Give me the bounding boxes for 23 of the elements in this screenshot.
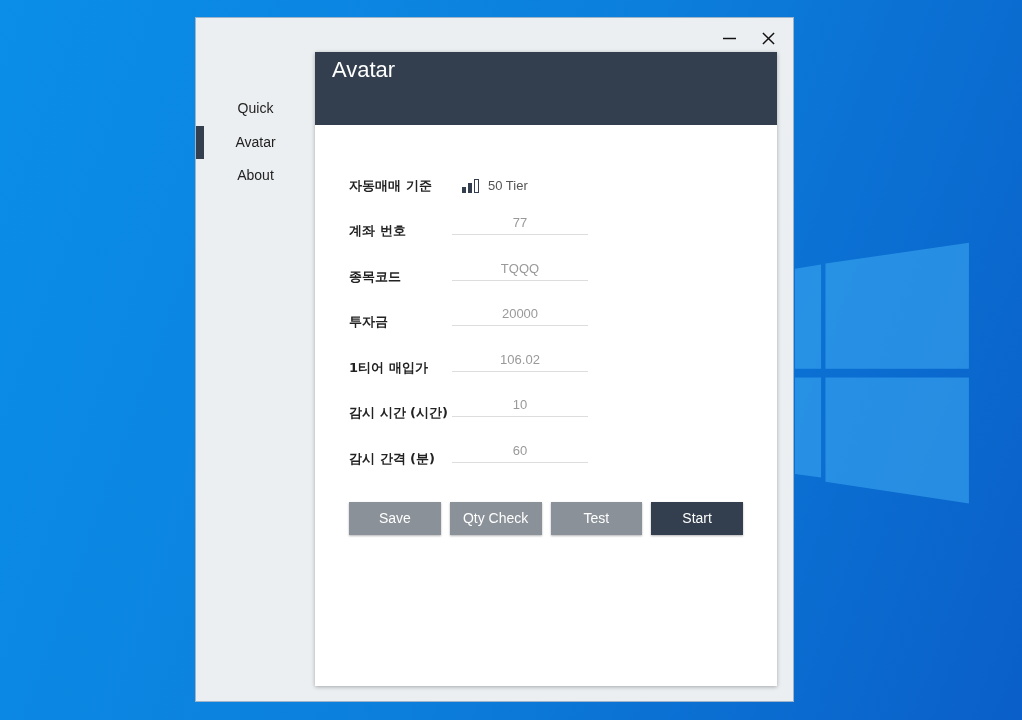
close-icon[interactable] — [762, 31, 775, 45]
tier-value: 50 Tier — [488, 178, 528, 194]
input-field[interactable]: 77 — [452, 215, 588, 236]
signal-bars-icon — [462, 178, 479, 193]
field-label: 1티어 매입가 — [349, 358, 429, 377]
input-field[interactable]: 60 — [452, 442, 588, 463]
action-button[interactable]: Start — [651, 501, 743, 535]
field-label: 감시 시간 (시간) — [349, 404, 449, 423]
action-button[interactable]: Qty Check — [449, 501, 542, 535]
sidebar-item[interactable]: About — [196, 159, 315, 193]
input-field[interactable]: 20000 — [452, 306, 588, 327]
field-label: 계좌 번호 — [349, 222, 407, 241]
sidebar-item[interactable]: Quick — [196, 92, 315, 126]
page-title: Avatar — [332, 57, 396, 82]
field-label: 종목코드 — [349, 267, 402, 286]
input-field[interactable]: TQQQ — [452, 260, 588, 281]
field-label: 감시 간격 (분) — [349, 449, 436, 468]
field-label: 투자금 — [349, 313, 389, 332]
action-button[interactable]: Save — [349, 501, 441, 535]
field-label: 자동매매 기준 — [349, 176, 433, 195]
input-field[interactable]: 106.02 — [452, 351, 588, 372]
input-field[interactable]: 10 — [452, 397, 588, 418]
action-button[interactable]: Test — [550, 501, 643, 535]
